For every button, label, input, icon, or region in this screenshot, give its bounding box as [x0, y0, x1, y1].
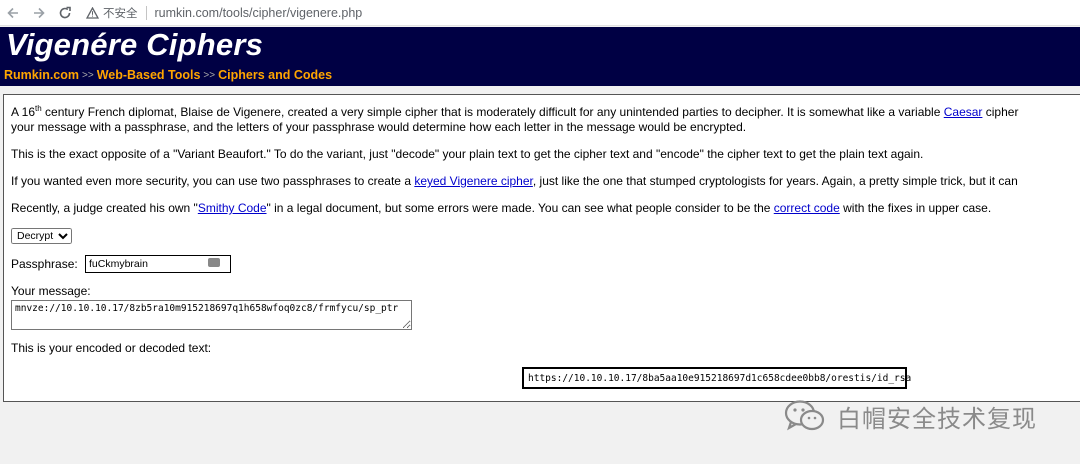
site-header: Vigenére Ciphers Rumkin.com >> Web-Based… — [0, 27, 1080, 86]
keyed-paragraph: If you wanted even more security, you ca… — [11, 174, 1018, 188]
breadcrumb-home-link[interactable]: Rumkin.com — [4, 68, 79, 82]
address-bar[interactable]: 不安全 rumkin.com/tools/cipher/vigenere.php — [86, 0, 362, 25]
result-output: https://10.10.10.17/8ba5aa10e915218697d1… — [522, 367, 911, 389]
security-label: 不安全 — [103, 7, 138, 20]
smithy-text-mid: " in a legal document, but some errors w… — [266, 201, 774, 215]
arrow-left-icon — [7, 7, 18, 18]
keyed-vigenere-link[interactable]: keyed Vigenere cipher — [414, 174, 533, 188]
keyboard-icon — [208, 258, 220, 267]
breadcrumb-separator: >> — [82, 69, 94, 81]
forward-button[interactable] — [26, 0, 52, 25]
smithy-paragraph: Recently, a judge created his own "Smith… — [11, 201, 991, 215]
keyed-text-end: , just like the one that stumped cryptol… — [532, 174, 1018, 188]
smithy-text-start: Recently, a judge created his own " — [11, 201, 198, 215]
smithy-code-link[interactable]: Smithy Code — [198, 201, 267, 215]
url-text[interactable]: rumkin.com/tools/cipher/vigenere.php — [155, 6, 363, 20]
breadcrumb: Rumkin.com >> Web-Based Tools >> Ciphers… — [4, 68, 332, 82]
warning-icon — [86, 6, 99, 19]
passphrase-label: Passphrase: — [11, 257, 78, 271]
watermark-text: 白帽安全技术复现 — [837, 404, 1037, 433]
wechat-icon — [784, 400, 825, 431]
message-value: mnvze://10.10.10.17/8zb5ra10m915218697q1… — [15, 303, 399, 314]
breadcrumb-ciphers-link[interactable]: Ciphers and Codes — [218, 68, 332, 82]
breadcrumb-tools-link[interactable]: Web-Based Tools — [97, 68, 201, 82]
result-value: https://10.10.10.17/8ba5aa10e915218697d1… — [528, 372, 912, 384]
variant-paragraph: This is the exact opposite of a "Variant… — [11, 147, 924, 161]
smithy-text-end: with the fixes in upper case. — [839, 201, 992, 215]
intro-paragraph-line2: your message with a passphrase, and the … — [11, 120, 747, 134]
back-button[interactable] — [0, 0, 26, 25]
browser-toolbar: 不安全 rumkin.com/tools/cipher/vigenere.php — [0, 0, 1080, 26]
address-divider — [145, 5, 147, 20]
reload-icon — [59, 6, 71, 18]
keyed-text-start: If you wanted even more security, you ca… — [11, 174, 415, 188]
mode-select[interactable]: Decrypt — [11, 228, 72, 244]
breadcrumb-separator: >> — [203, 69, 216, 81]
correct-code-link[interactable]: correct code — [774, 201, 840, 215]
message-textarea[interactable]: mnvze://10.10.10.17/8zb5ra10m915218697q1… — [11, 300, 412, 330]
page-title: Vigenére Ciphers — [6, 27, 264, 62]
intro-paragraph: A 16th century French diplomat, Blaise d… — [11, 104, 1018, 119]
passphrase-value: fuCkmybrain — [89, 258, 148, 270]
intro-sup: th — [35, 104, 42, 113]
arrow-right-icon — [34, 7, 45, 18]
intro-text-end: cipher — [982, 105, 1019, 119]
reload-button[interactable] — [52, 0, 78, 25]
main-content: A 16th century French diplomat, Blaise d… — [3, 94, 1080, 402]
caesar-link[interactable]: Caesar — [944, 105, 983, 119]
message-label: Your message: — [11, 284, 91, 298]
wechat-watermark: 白帽安全技术复现 — [783, 396, 1037, 436]
intro-text-mid: century French diplomat, Blaise de Vigen… — [41, 105, 944, 119]
result-label: This is your encoded or decoded text: — [11, 341, 212, 355]
intro-text-start: A 16 — [11, 105, 36, 119]
